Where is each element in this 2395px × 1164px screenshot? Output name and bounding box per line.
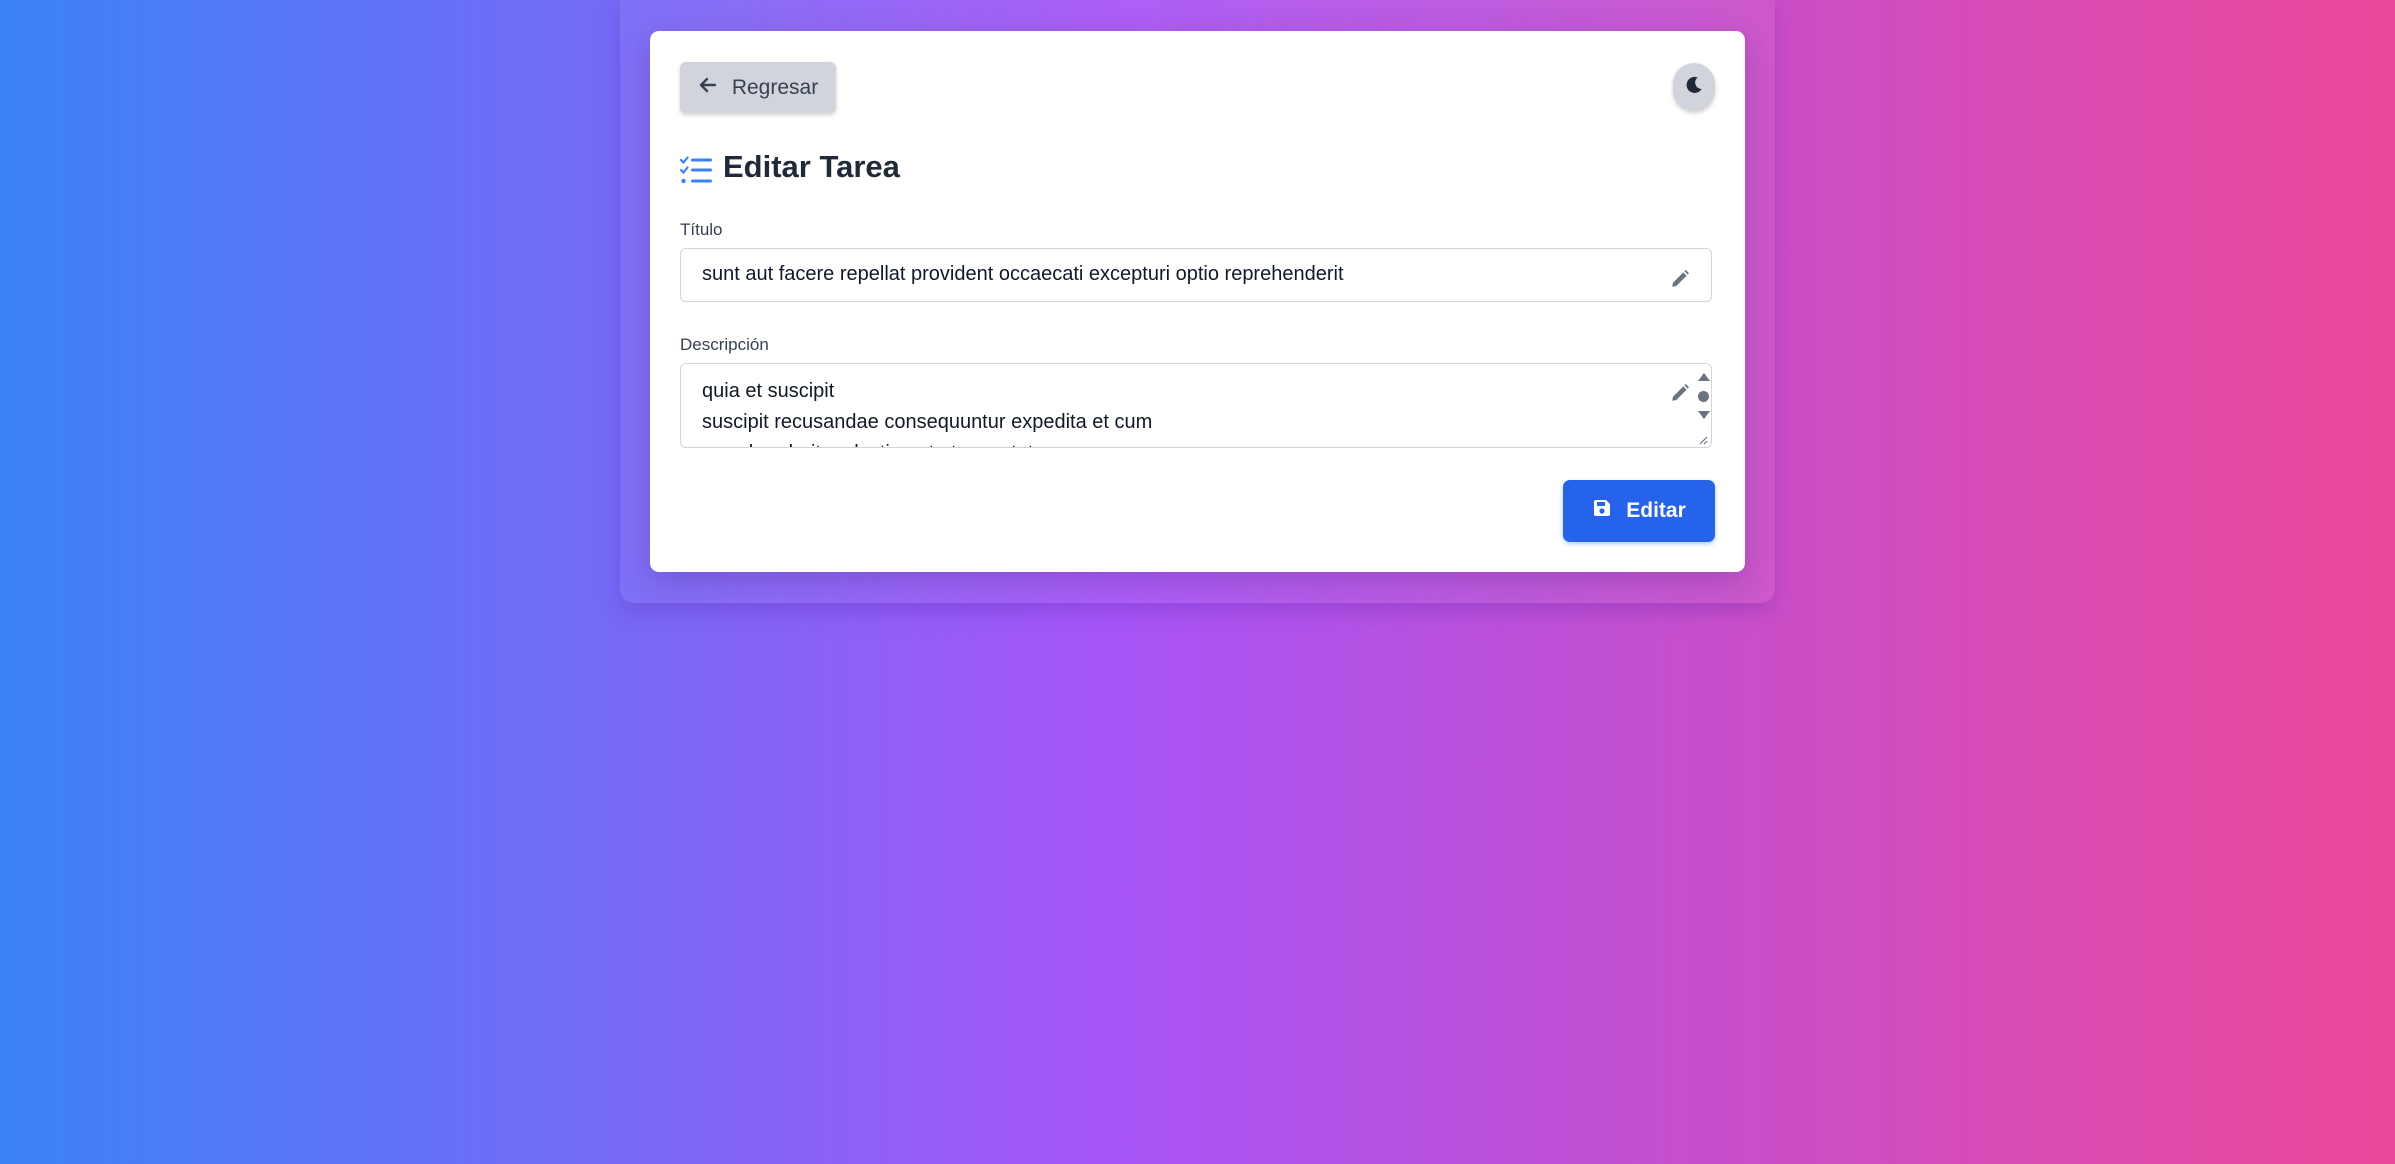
edit-task-card: Regresar Editar Tarea Título sunt aut fa… [650, 31, 1745, 572]
description-line: quia et suscipit [702, 380, 835, 402]
description-line: reprehenderit molestiae ut ut quas totam [702, 438, 1671, 447]
description-textarea[interactable]: quia et suscipit suscipit recusandae con… [680, 363, 1712, 448]
submit-button-label: Editar [1626, 499, 1686, 522]
title-input[interactable]: sunt aut facere repellat provident occae… [680, 248, 1712, 302]
pencil-icon [1669, 382, 1691, 404]
back-button-label: Regresar [731, 75, 819, 99]
scroll-up-arrow-icon[interactable] [1698, 373, 1710, 381]
moon-icon [1684, 75, 1704, 100]
page-title: Editar Tarea [723, 149, 900, 184]
floppy-disk-icon [1592, 498, 1612, 524]
description-line: suscipit recusandae consequuntur expedit… [702, 411, 1153, 433]
description-label: Descripción [680, 335, 769, 354]
pencil-icon [1669, 268, 1691, 290]
description-text: quia et suscipit suscipit recusandae con… [702, 376, 1671, 447]
list-check-icon [680, 149, 713, 185]
back-button[interactable]: Regresar [680, 62, 836, 113]
page-heading: Editar Tarea [680, 149, 900, 185]
submit-edit-button[interactable]: Editar [1563, 480, 1715, 542]
title-label: Título [680, 220, 723, 239]
theme-toggle-button[interactable] [1673, 63, 1715, 111]
title-input-value: sunt aut facere repellat provident occae… [702, 263, 1344, 285]
resize-handle-icon[interactable] [1698, 435, 1708, 445]
scroll-thumb[interactable] [1698, 391, 1709, 402]
arrow-left-icon [698, 75, 718, 101]
scroll-down-arrow-icon[interactable] [1698, 411, 1710, 419]
